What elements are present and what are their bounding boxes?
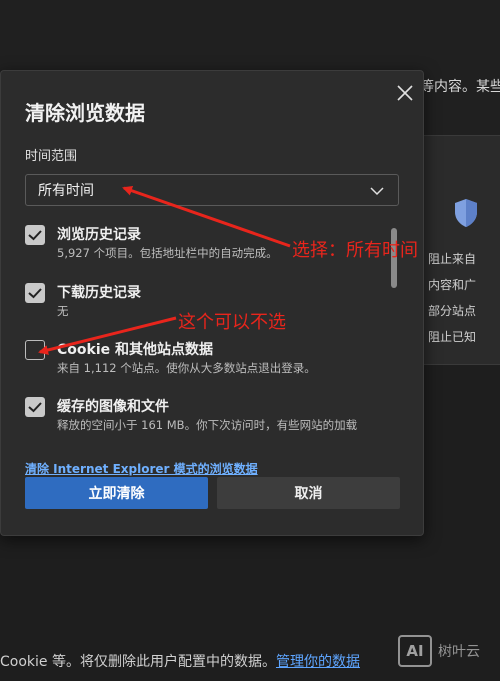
time-range-select[interactable]: 所有时间 bbox=[25, 174, 399, 206]
watermark-text: 树叶云 bbox=[438, 644, 480, 660]
annotation-select-note: 选择：所有时间 bbox=[292, 240, 418, 261]
clear-now-button[interactable]: 立即清除 bbox=[25, 477, 208, 509]
checkbox-cookies[interactable] bbox=[25, 340, 45, 360]
close-icon[interactable] bbox=[393, 81, 417, 105]
dialog-title: 清除浏览数据 bbox=[25, 101, 145, 125]
clear-ie-mode-data-link[interactable]: 清除 Internet Explorer 模式的浏览数据 bbox=[25, 460, 258, 477]
cancel-button[interactable]: 取消 bbox=[217, 477, 400, 509]
checkmark-icon bbox=[28, 288, 42, 299]
chevron-down-icon bbox=[370, 187, 384, 196]
time-range-value: 所有时间 bbox=[38, 183, 94, 199]
option-desc: 释放的空间小于 161 MB。你下次访问时，有些网站的加载 bbox=[57, 418, 358, 432]
checkmark-icon bbox=[28, 402, 42, 413]
time-range-label: 时间范围 bbox=[25, 149, 78, 164]
background-footer-text: Cookie 等。将仅删除此用户配置中的数据。管理你的数据 bbox=[0, 654, 360, 670]
option-title: 缓存的图像和文件 bbox=[57, 399, 169, 415]
option-title: 下载历史记录 bbox=[57, 285, 141, 301]
watermark-logo: AI bbox=[398, 635, 432, 667]
option-title: 浏览历史记录 bbox=[57, 227, 141, 243]
clear-browsing-data-dialog: 清除浏览数据 时间范围 所有时间 浏览历史记录 5,927 个项目。包括地址栏中… bbox=[0, 70, 424, 536]
shield-icon bbox=[455, 199, 477, 227]
checkbox-cached-files[interactable] bbox=[25, 397, 45, 417]
background-card: •阻止来自 •内容和广 •部分站点 •阻止已知 bbox=[414, 135, 500, 365]
checkbox-browsing-history[interactable] bbox=[25, 225, 45, 245]
annotation-cookie-note: 这个可以不选 bbox=[178, 312, 286, 333]
manage-data-link[interactable]: 管理你的数据 bbox=[276, 654, 360, 670]
background-text: 等内容。某些 bbox=[420, 79, 500, 95]
watermark: AI 树叶云 bbox=[398, 632, 500, 670]
option-desc: 来自 1,112 个站点。使你从大多数站点退出登录。 bbox=[57, 361, 316, 375]
option-desc: 5,927 个项目。包括地址栏中的自动完成。 bbox=[57, 246, 278, 260]
checkbox-download-history[interactable] bbox=[25, 283, 45, 303]
checkmark-icon bbox=[28, 230, 42, 241]
option-title: Cookie 和其他站点数据 bbox=[57, 342, 213, 358]
option-desc: 无 bbox=[57, 304, 69, 318]
